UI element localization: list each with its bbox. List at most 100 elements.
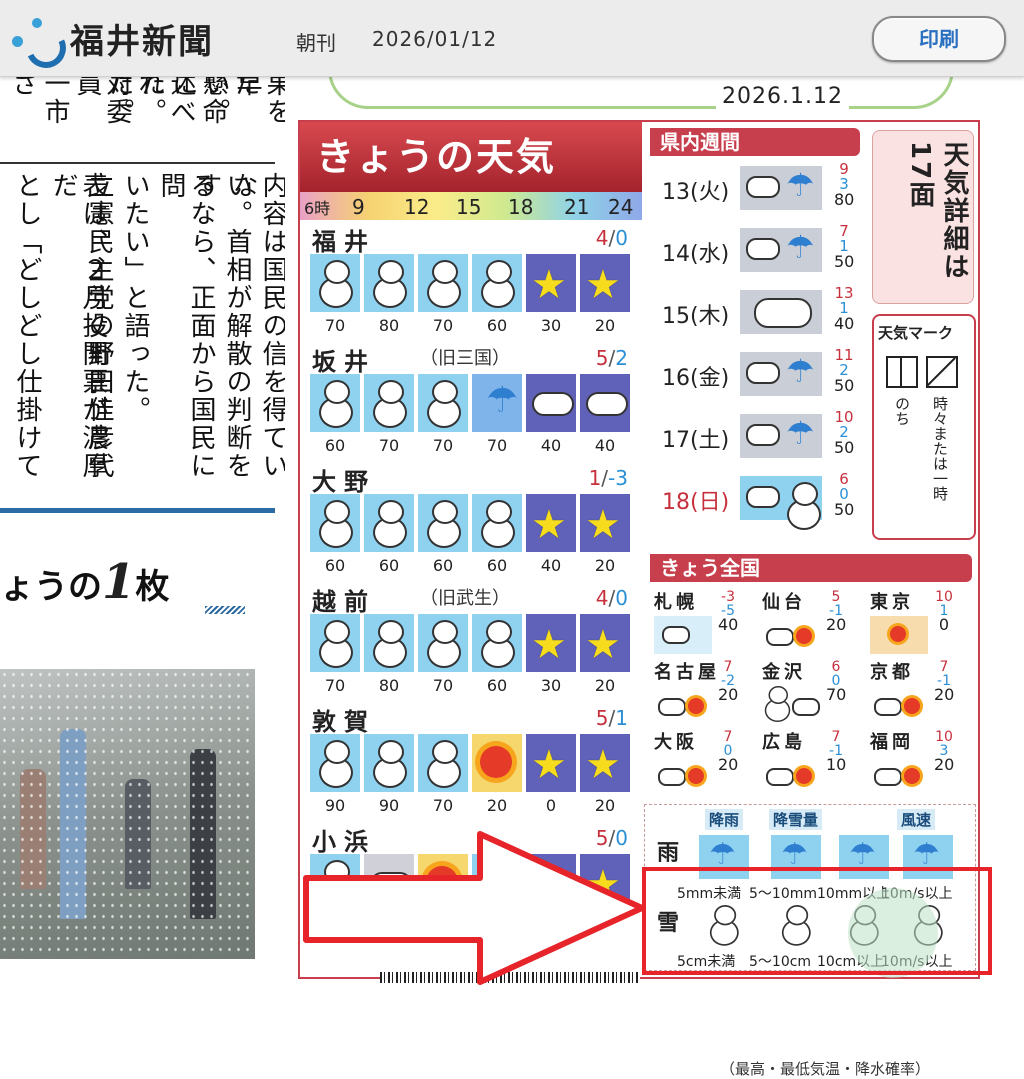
temp-low: 1: [615, 706, 628, 730]
rain-icon: ☂: [472, 374, 522, 432]
temp-high: 1: [588, 466, 602, 490]
city-name: 福井: [312, 228, 376, 256]
national-city: 東京 10 1 0: [866, 588, 972, 658]
snow-icon: [472, 494, 522, 552]
weekly-row: 15(木) 13 1 40: [650, 286, 860, 348]
weekly-temps: 10 2 50: [834, 410, 854, 456]
temp-high: 10: [935, 589, 953, 605]
snow-icon: [472, 254, 522, 312]
weather-icon: [762, 616, 820, 654]
city-row-3: 越前 （旧武生） 4/0 ★ ★ 70 80 70 60 30 20: [300, 580, 642, 700]
print-button[interactable]: 印刷: [872, 16, 1006, 62]
snow-icon: [418, 374, 468, 432]
national-city-name: 仙台: [762, 592, 806, 613]
temp-low: -3: [608, 466, 628, 490]
city-row-2: 大野 1/-3 ★ ★ 60 60 60 60 40 20: [300, 460, 642, 580]
pointer-arrow-icon: [303, 831, 645, 985]
snow-icon: [364, 374, 414, 432]
city-row-4: 敦賀 5/1 ★ ★ 90 90 70 20 0 20: [300, 700, 642, 820]
weekly-day: 14(水): [662, 242, 730, 267]
legend-rain-label: 雨: [657, 841, 680, 866]
national-city-name: 金沢: [762, 662, 806, 683]
national-city-name: 名古屋: [654, 662, 720, 683]
night-icon: ★: [580, 734, 630, 792]
temp-high: 10: [935, 729, 953, 745]
precip-value: 60: [324, 556, 346, 575]
precip-value: 50: [834, 252, 855, 271]
mark-title: 天気マーク: [878, 324, 954, 342]
precip-value: 70: [486, 436, 508, 455]
precip-value: 60: [486, 316, 508, 335]
weekly-temps: 11 2 50: [834, 348, 855, 395]
snow-icon: [310, 374, 360, 432]
precip-value: 50: [834, 376, 855, 395]
snow-icon: [472, 614, 522, 672]
precip-value: 90: [324, 796, 346, 815]
article-text-column: いたい」と語った。: [120, 172, 150, 424]
rain-icon: ☂: [740, 414, 822, 458]
snow-icon: [364, 734, 414, 792]
temp-high: 6: [831, 659, 841, 675]
temp-low: 0: [615, 226, 628, 250]
snow-icon: [310, 734, 360, 792]
national-city: 大阪 7 0 20: [650, 728, 756, 798]
weekly-row: 18(日) 6 0 50: [650, 472, 860, 534]
weekly-temps: 9 3 80: [834, 162, 855, 209]
edition-label: 朝刊: [296, 31, 336, 55]
national-city: 札幌 -3 -5 40: [650, 588, 756, 658]
weather-icon: [654, 686, 712, 724]
temp-high: 7: [831, 729, 841, 745]
precip-value: 60: [378, 556, 400, 575]
national-temps: 7 -2 20: [718, 659, 738, 703]
precip-value: 20: [594, 556, 616, 575]
national-city: 仙台 5 -1 20: [758, 588, 864, 658]
temp-high: 7: [723, 729, 733, 745]
night-icon: ★: [580, 494, 630, 552]
weekly-row: 17(土) ☂ 10 2 50: [650, 410, 860, 472]
weekly-day: 16(金): [662, 366, 730, 391]
national-title: きょう全国: [650, 554, 972, 582]
night-icon: ★: [580, 254, 630, 312]
temp-high: 7: [723, 659, 733, 675]
weekly-temps: 13 1 40: [834, 286, 854, 332]
precip-value: 80: [834, 190, 855, 209]
app-header: 福井新聞 朝刊 2026/01/12 印刷: [0, 0, 1024, 77]
precip-value: 70: [826, 685, 847, 704]
national-temps: 10 3 20: [934, 729, 954, 773]
temp-high: 5: [595, 706, 609, 730]
article-text-column: 内容は国民の信を得ていな: [228, 172, 285, 480]
issue-date: 2026/01/12: [372, 27, 498, 51]
weather-icon: [870, 756, 928, 794]
temp-high: 7: [939, 659, 949, 675]
precip-value: 70: [432, 796, 454, 815]
rain-icon: ☂: [740, 228, 822, 272]
national-city: 名古屋 7 -2 20: [650, 658, 756, 728]
tokidoki-mark-icon: [926, 356, 958, 388]
detail-note: 天気詳細は17面: [905, 141, 969, 281]
precip-value: 80: [378, 676, 400, 695]
column-divider: [0, 162, 275, 164]
snow-icon: [310, 494, 360, 552]
weekly-day: 15(木): [662, 304, 730, 329]
nochi-mark-icon: [886, 356, 918, 388]
city-row-0: 福井 4/0 ★ ★ 70 80 70 60 30 20: [300, 220, 642, 340]
precip-value: 0: [545, 796, 557, 815]
night-icon: ★: [526, 494, 576, 552]
precip-value: 40: [594, 436, 616, 455]
snow-icon: [310, 254, 360, 312]
temp-low: 2: [615, 346, 628, 370]
national-city: 京都 7 -1 20: [866, 658, 972, 728]
precip-value: 30: [540, 316, 562, 335]
national-city-name: 広島: [762, 732, 806, 753]
weekly-row: 13(火) ☂ 9 3 80: [650, 162, 860, 224]
national-temps: 10 1 0: [934, 589, 954, 633]
precip-value: 70: [324, 316, 346, 335]
night-icon: ★: [580, 614, 630, 672]
precip-value: 50: [834, 500, 855, 519]
precip-value: 60: [486, 676, 508, 695]
article-text-column: 一市: [40, 76, 70, 126]
precip-value: 40: [540, 556, 562, 575]
hour-label: 24: [608, 195, 634, 219]
precip-value: 20: [594, 316, 616, 335]
news-photo: [0, 669, 255, 959]
